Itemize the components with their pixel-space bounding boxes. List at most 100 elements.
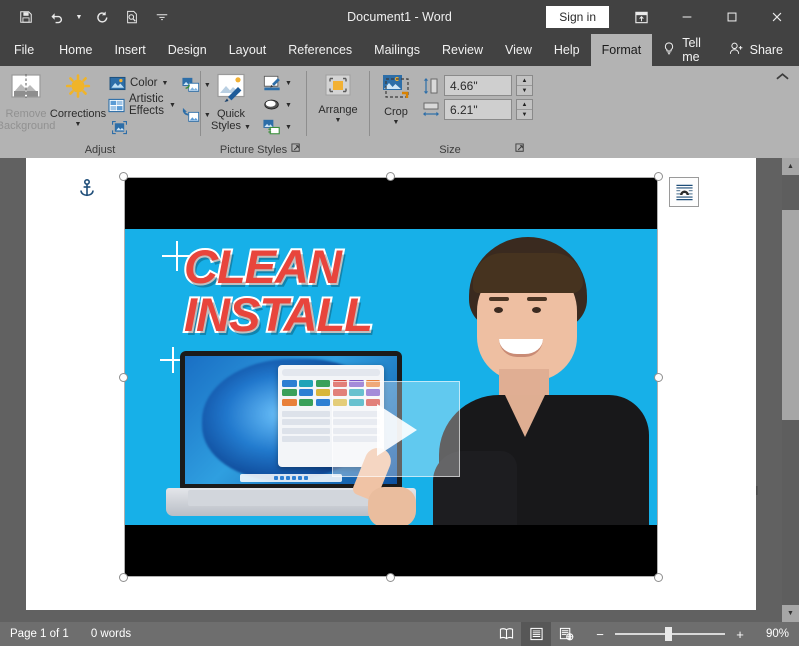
shape-width-input[interactable]: 6.21" <box>444 99 512 120</box>
picture-styles-dialog-launcher[interactable] <box>290 143 302 155</box>
customize-quick-access-toolbar-icon[interactable] <box>148 4 176 30</box>
quick-styles-button[interactable]: Quick Styles ▼ <box>201 70 261 134</box>
spinner-up-icon[interactable]: ▲ <box>517 100 532 110</box>
print-preview-icon[interactable] <box>118 4 146 30</box>
vertical-scrollbar[interactable]: ▲ ▼ <box>782 158 799 622</box>
picture-content[interactable]: CLEAN INSTALL <box>124 177 658 577</box>
resize-handle-top-center[interactable] <box>386 172 395 181</box>
thumbnail-canvas: CLEAN INSTALL <box>124 229 658 525</box>
sign-in-button[interactable]: Sign in <box>546 6 609 28</box>
shape-width-spinner[interactable]: ▲ ▼ <box>516 99 533 120</box>
close-icon[interactable] <box>754 0 799 34</box>
app-tile <box>315 398 331 406</box>
compress-pictures-button[interactable] <box>104 116 134 138</box>
spinner-down-icon[interactable]: ▼ <box>517 110 532 119</box>
tab-references[interactable]: References <box>277 34 363 66</box>
app-tile <box>299 389 314 397</box>
crop-button[interactable]: Crop ▼ <box>370 70 422 126</box>
tab-view[interactable]: View <box>494 34 543 66</box>
shape-height-input[interactable]: 4.66" <box>444 75 512 96</box>
chevron-down-icon[interactable]: ▼ <box>335 117 342 124</box>
tab-home[interactable]: Home <box>48 34 103 66</box>
chevron-down-icon[interactable]: ▼ <box>75 121 82 128</box>
tab-mailings[interactable]: Mailings <box>363 34 431 66</box>
scroll-up-icon[interactable]: ▲ <box>782 158 799 175</box>
artistic-effects-button[interactable]: Artistic Effects ▼ <box>104 93 180 117</box>
hand-fist <box>368 487 416 525</box>
save-icon[interactable] <box>12 4 40 30</box>
minimize-icon[interactable] <box>664 0 709 34</box>
maximize-icon[interactable] <box>709 0 754 34</box>
remove-background-label-line1: Remove <box>5 108 47 120</box>
remove-background-button[interactable]: Remove Background <box>0 70 55 132</box>
ribbon: Remove Background Corrections ▼ Color ▼ … <box>0 66 799 158</box>
zoom-out-button[interactable]: − <box>593 627 607 642</box>
resize-handle-bottom-left[interactable] <box>119 573 128 582</box>
picture-border-button[interactable]: ▼ <box>261 72 294 94</box>
arrange-button[interactable]: Arrange ▼ <box>309 70 367 124</box>
layout-options-button[interactable] <box>669 177 699 207</box>
group-label-arrange <box>307 142 369 158</box>
chevron-down-icon[interactable]: ▼ <box>244 124 251 131</box>
undo-dropdown-icon[interactable]: ▼ <box>72 4 86 30</box>
color-button[interactable]: Color ▼ <box>104 72 180 94</box>
quick-styles-label-line2: Styles ▼ <box>211 120 251 132</box>
spinner-down-icon[interactable]: ▼ <box>517 86 532 95</box>
zoom-slider-thumb[interactable] <box>665 627 672 641</box>
document-page[interactable]: CLEAN INSTALL I <box>26 158 759 610</box>
zoom-level-label[interactable]: 90% <box>755 628 789 640</box>
chevron-down-icon[interactable]: ▼ <box>393 119 400 126</box>
chevron-down-icon[interactable]: ▼ <box>161 80 168 87</box>
taskbar-icon <box>273 476 278 481</box>
corrections-button[interactable]: Corrections ▼ <box>49 70 107 128</box>
taskbar-icon <box>285 476 290 481</box>
taskbar-icon <box>297 476 302 481</box>
taskbar-icon <box>279 476 284 481</box>
taskbar-icon <box>291 476 296 481</box>
spinner-up-icon[interactable]: ▲ <box>517 76 532 86</box>
print-layout-view-button[interactable] <box>521 622 551 646</box>
corrections-sun-icon <box>62 73 94 106</box>
picture-effects-button[interactable]: ▼ <box>261 94 294 116</box>
tab-help[interactable]: Help <box>543 34 591 66</box>
zoom-slider-track[interactable] <box>615 627 725 641</box>
tab-format[interactable]: Format <box>590 34 653 66</box>
page-indicator[interactable]: Page 1 of 1 <box>10 628 69 640</box>
chevron-down-icon[interactable]: ▼ <box>285 80 292 87</box>
scrollbar-thumb[interactable] <box>782 210 799 420</box>
chevron-down-icon[interactable]: ▼ <box>169 102 176 109</box>
undo-icon[interactable] <box>42 4 70 30</box>
redo-icon[interactable] <box>88 4 116 30</box>
lightbulb-icon <box>662 41 676 59</box>
scroll-down-icon[interactable]: ▼ <box>782 605 799 622</box>
shape-height-spinner[interactable]: ▲ ▼ <box>516 75 533 96</box>
quick-access-toolbar: ▼ <box>0 4 176 30</box>
resize-handle-top-left[interactable] <box>119 172 128 181</box>
ribbon-display-options-icon[interactable] <box>619 0 664 34</box>
tab-review[interactable]: Review <box>431 34 494 66</box>
resize-handle-middle-right[interactable] <box>654 373 663 382</box>
picture-layout-button[interactable]: ▼ <box>261 116 294 138</box>
zoom-control[interactable]: − + 90% <box>593 627 789 642</box>
chevron-down-icon[interactable]: ▼ <box>285 102 292 109</box>
tab-insert[interactable]: Insert <box>104 34 157 66</box>
zoom-in-button[interactable]: + <box>733 627 747 642</box>
word-count[interactable]: 0 words <box>91 628 131 640</box>
document-workspace[interactable]: CLEAN INSTALL I <box>0 158 799 622</box>
resize-handle-top-right[interactable] <box>654 172 663 181</box>
size-dialog-launcher[interactable] <box>514 143 526 155</box>
collapse-ribbon-icon[interactable] <box>771 66 793 86</box>
resize-handle-bottom-center[interactable] <box>386 573 395 582</box>
tab-layout[interactable]: Layout <box>218 34 278 66</box>
web-layout-view-button[interactable] <box>551 622 581 646</box>
read-mode-view-button[interactable] <box>491 622 521 646</box>
tab-design[interactable]: Design <box>157 34 218 66</box>
tell-me-button[interactable]: Tell me <box>652 34 720 66</box>
selected-picture[interactable]: CLEAN INSTALL <box>119 172 663 582</box>
chevron-down-icon[interactable]: ▼ <box>285 124 292 131</box>
share-button[interactable]: Share <box>721 34 791 66</box>
corrections-label: Corrections <box>49 108 107 120</box>
tab-file[interactable]: File <box>0 34 48 66</box>
resize-handle-middle-left[interactable] <box>119 373 128 382</box>
resize-handle-bottom-right[interactable] <box>654 573 663 582</box>
